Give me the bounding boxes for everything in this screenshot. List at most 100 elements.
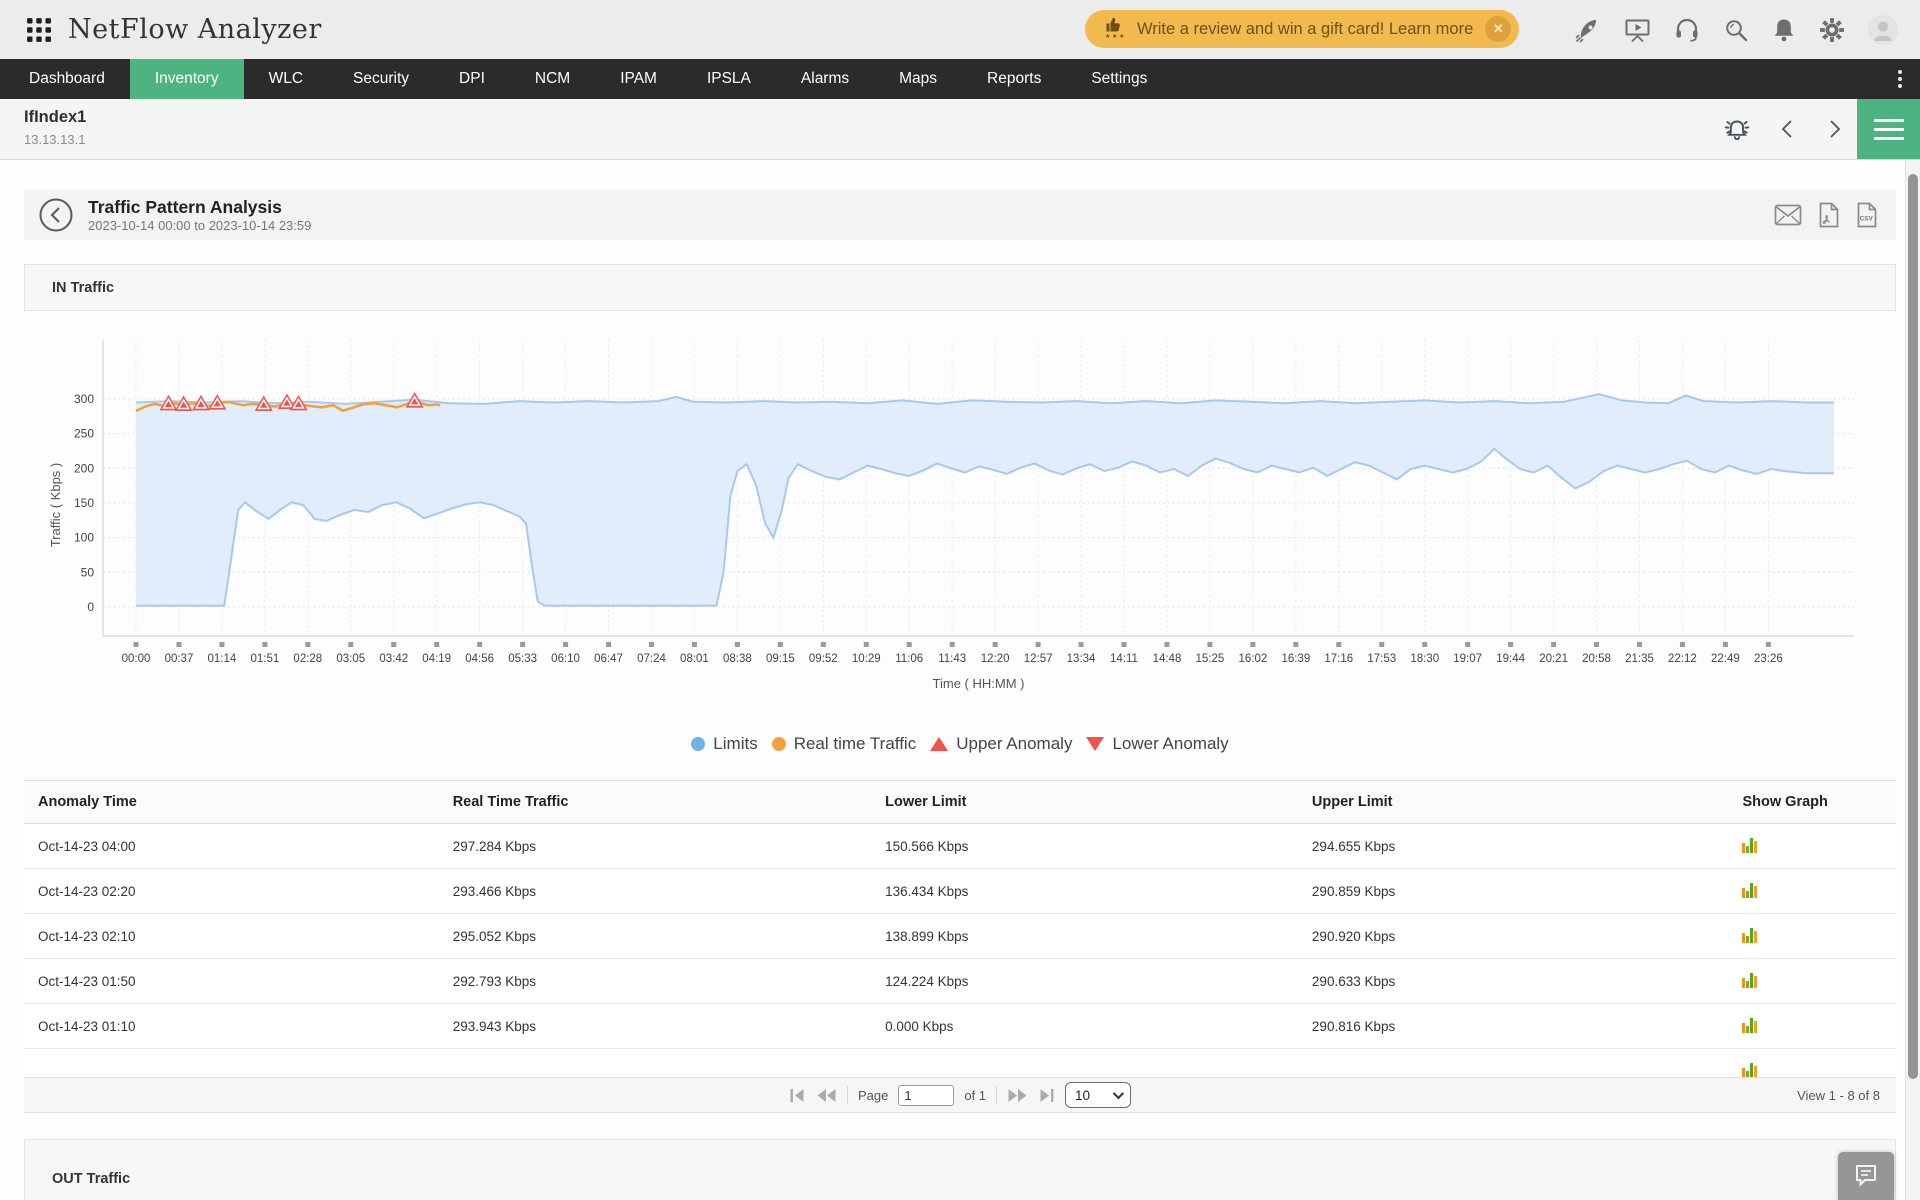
page-of-label: of 1: [964, 1088, 986, 1103]
page-number-input[interactable]: [898, 1085, 954, 1106]
support-headset-icon[interactable]: [1674, 17, 1700, 43]
svg-text:15:25: 15:25: [1196, 653, 1225, 665]
nav-item-maps[interactable]: Maps: [874, 59, 962, 99]
svg-text:00:37: 00:37: [165, 653, 194, 665]
app-title: NetFlow Analyzer: [68, 14, 322, 45]
training-presentation-icon[interactable]: [1624, 17, 1651, 43]
in-traffic-label: IN Traffic: [52, 280, 114, 296]
svg-text:200: 200: [74, 461, 94, 475]
cell-anomaly-time: Oct-14-23 02:10: [24, 929, 453, 944]
svg-text:09:15: 09:15: [766, 653, 795, 665]
pagination-bar: Page of 1 10 View 1 - 8 of 8: [24, 1077, 1896, 1113]
prev-interface-chevron-icon[interactable]: [1778, 118, 1798, 140]
first-page-icon[interactable]: [789, 1088, 806, 1103]
svg-text:22:49: 22:49: [1711, 653, 1740, 665]
traffic-pattern-chart[interactable]: 05010015020025030000:0000:3701:1401:5102…: [24, 315, 1896, 705]
nav-overflow-kebab-icon[interactable]: [1890, 59, 1910, 99]
scrollbar-thumb[interactable]: [1908, 174, 1918, 1079]
user-avatar[interactable]: [1868, 15, 1898, 45]
review-banner[interactable]: ★ ★ ★ Write a review and win a gift card…: [1085, 10, 1519, 48]
prev-page-icon[interactable]: [816, 1088, 837, 1103]
next-interface-chevron-icon[interactable]: [1824, 118, 1844, 140]
svg-text:09:52: 09:52: [809, 653, 838, 665]
cell-lower-limit: 138.899 Kbps: [885, 929, 1312, 944]
page-size-select[interactable]: 10: [1065, 1082, 1131, 1108]
cell-upper-limit: 290.816 Kbps: [1312, 1019, 1743, 1034]
svg-text:00:00: 00:00: [122, 653, 151, 665]
device-subheader: IfIndex1 13.13.13.1: [0, 99, 1920, 160]
show-graph-icon[interactable]: [1742, 971, 1896, 992]
nav-item-ipam[interactable]: IPAM: [595, 59, 682, 99]
svg-text:06:47: 06:47: [594, 653, 623, 665]
show-graph-icon[interactable]: [1742, 881, 1896, 902]
svg-text:50: 50: [81, 565, 95, 579]
svg-text:250: 250: [74, 427, 94, 441]
legend-item-lower-anomaly[interactable]: Lower Anomaly: [1086, 734, 1228, 754]
show-graph-icon[interactable]: [1742, 1016, 1896, 1037]
anomaly-table: Anomaly Time Real Time Traffic Lower Lim…: [24, 780, 1896, 1077]
svg-text:02:28: 02:28: [293, 653, 322, 665]
show-graph-icon[interactable]: [1742, 836, 1896, 857]
svg-text:18:30: 18:30: [1410, 653, 1439, 665]
app-grid-icon[interactable]: [26, 17, 52, 43]
circle-swatch: [691, 737, 705, 751]
banner-close-icon[interactable]: ✕: [1485, 16, 1511, 42]
svg-text:07:24: 07:24: [637, 653, 666, 665]
svg-text:150: 150: [74, 496, 94, 510]
svg-text:16:39: 16:39: [1281, 653, 1310, 665]
in-traffic-section-header: IN Traffic: [24, 264, 1896, 311]
triangle-down-swatch: [1086, 737, 1104, 751]
back-button[interactable]: [38, 197, 74, 233]
nav-item-ipsla[interactable]: IPSLA: [682, 59, 776, 99]
review-banner-text[interactable]: Write a review and win a gift card! Lear…: [1137, 20, 1473, 39]
last-page-icon[interactable]: [1038, 1088, 1055, 1103]
svg-text:20:58: 20:58: [1582, 653, 1611, 665]
svg-text:12:57: 12:57: [1024, 653, 1053, 665]
device-ip: 13.13.13.1: [24, 132, 85, 147]
alarm-bell-icon[interactable]: [1722, 114, 1752, 144]
cell-lower-limit: 0.000 Kbps: [885, 1019, 1312, 1034]
export-csv-icon[interactable]: CSV: [1856, 202, 1878, 228]
legend-label: Lower Anomaly: [1112, 734, 1228, 754]
svg-text:14:48: 14:48: [1153, 653, 1182, 665]
view-range-label: View 1 - 8 of 8: [1797, 1088, 1880, 1103]
nav-item-wlc[interactable]: WLC: [244, 59, 328, 99]
legend-item-upper-anomaly[interactable]: Upper Anomaly: [930, 734, 1072, 754]
svg-text:19:07: 19:07: [1453, 653, 1482, 665]
cell-lower-limit: 124.224 Kbps: [885, 974, 1312, 989]
show-graph-icon[interactable]: [1742, 926, 1896, 947]
svg-text:21:35: 21:35: [1625, 653, 1654, 665]
svg-text:08:38: 08:38: [723, 653, 752, 665]
nav-item-security[interactable]: Security: [328, 59, 434, 99]
nav-item-dashboard[interactable]: Dashboard: [4, 59, 130, 99]
cell-lower-limit: 150.566 Kbps: [885, 839, 1312, 854]
svg-text:17:16: 17:16: [1324, 653, 1353, 665]
notifications-bell-icon[interactable]: [1772, 17, 1796, 43]
nav-item-alarms[interactable]: Alarms: [776, 59, 874, 99]
next-page-icon[interactable]: [1007, 1088, 1028, 1103]
feedback-chat-button[interactable]: [1838, 1152, 1894, 1200]
svg-text:03:42: 03:42: [379, 653, 408, 665]
show-graph-icon[interactable]: [1742, 1061, 1896, 1078]
legend-item-limits[interactable]: Limits: [691, 734, 757, 754]
export-pdf-icon[interactable]: [1818, 202, 1840, 228]
nav-item-dpi[interactable]: DPI: [434, 59, 510, 99]
nav-item-reports[interactable]: Reports: [962, 59, 1066, 99]
whats-new-rocket-icon[interactable]: [1575, 17, 1601, 43]
email-report-icon[interactable]: [1774, 204, 1802, 226]
in-traffic-chart: 05010015020025030000:0000:3701:1401:5102…: [24, 315, 1896, 710]
nav-item-settings[interactable]: Settings: [1066, 59, 1172, 99]
settings-gear-icon[interactable]: [1819, 17, 1845, 43]
nav-item-ncm[interactable]: NCM: [510, 59, 595, 99]
page-scrollbar[interactable]: [1905, 160, 1920, 1200]
cell-real-time-traffic: 295.052 Kbps: [453, 929, 885, 944]
legend-item-real-time-traffic[interactable]: Real time Traffic: [772, 734, 917, 754]
search-icon[interactable]: [1723, 17, 1749, 43]
nav-item-inventory[interactable]: Inventory: [130, 59, 244, 99]
svg-text:17:53: 17:53: [1367, 653, 1396, 665]
out-traffic-section-header: OUT Traffic: [24, 1139, 1896, 1200]
panel-hamburger-button[interactable]: [1857, 99, 1920, 159]
svg-text:CSV: CSV: [1860, 216, 1874, 223]
triangle-up-swatch: [930, 737, 948, 751]
cell-anomaly-time: Oct-14-23 02:20: [24, 884, 453, 899]
